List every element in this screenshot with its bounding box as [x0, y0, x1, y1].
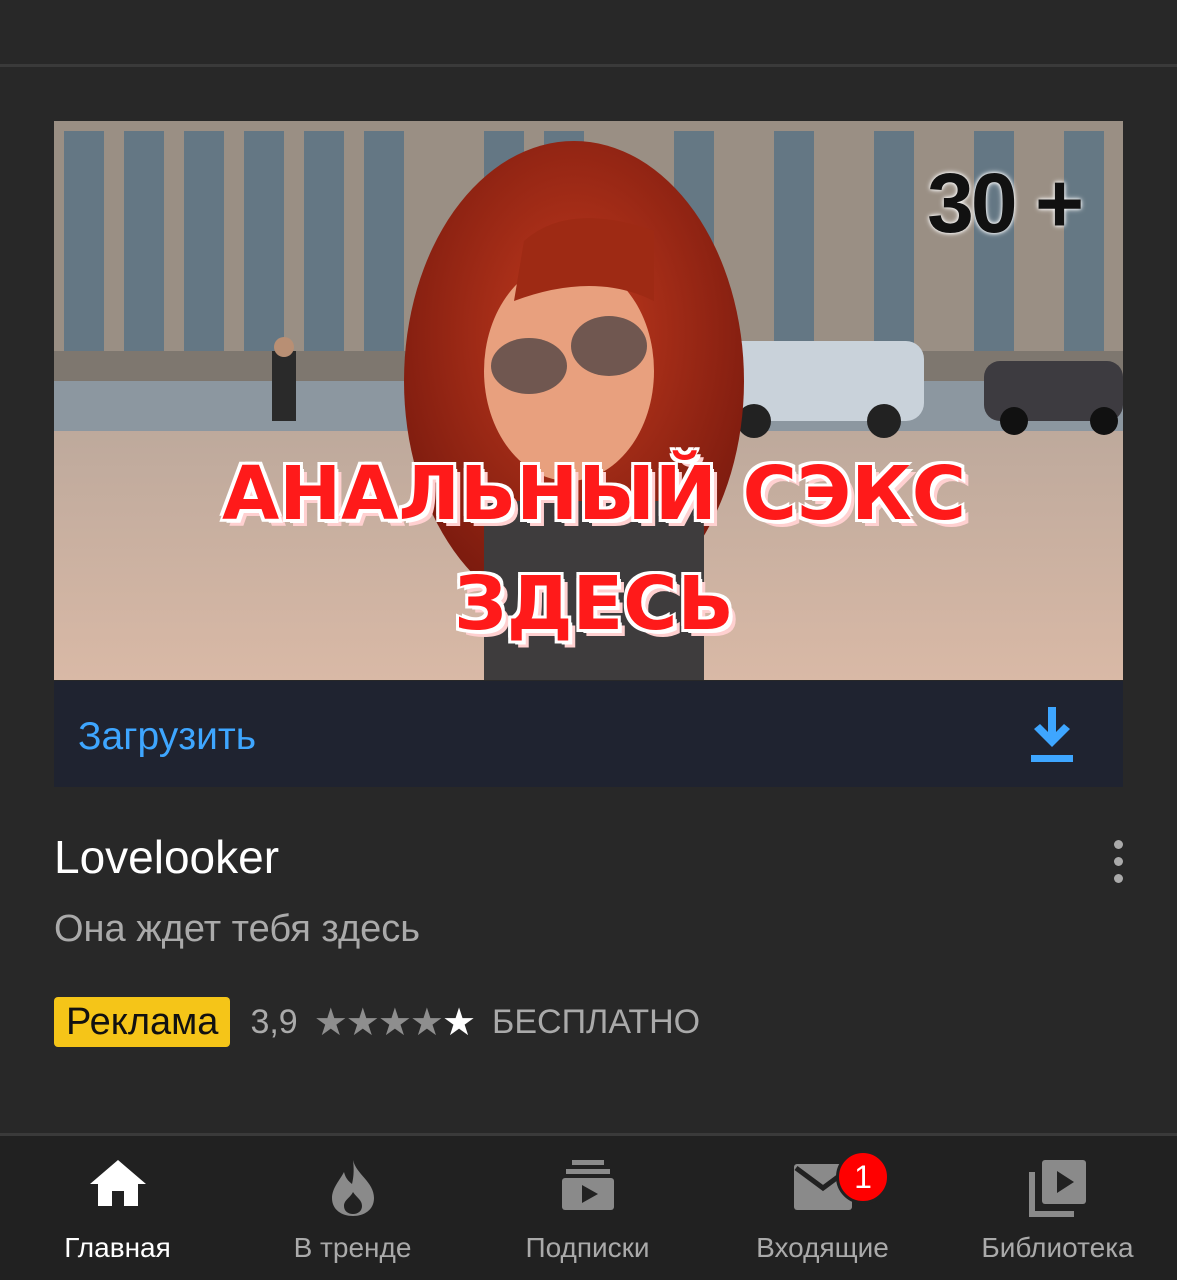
nav-item-label: Входящие — [756, 1232, 889, 1263]
flame-icon — [331, 1160, 374, 1216]
ad-thumbnail[interactable]: 30 + АНАЛЬНЫЙ СЭКС ЗДЕСЬ — [54, 121, 1123, 680]
library-icon — [1028, 1160, 1086, 1217]
nav-item-library[interactable]: Библиотека — [940, 1136, 1175, 1280]
nav-item-inbox[interactable]: 1 Входящие — [705, 1136, 940, 1280]
ad-headline-line2: ЗДЕСЬ — [454, 561, 734, 647]
nav-item-label: Подписки — [525, 1232, 650, 1263]
stars-empty: ★ — [441, 1001, 476, 1044]
nav-item-subscriptions[interactable]: Подписки — [470, 1136, 705, 1280]
nav-item-trending[interactable]: В тренде — [235, 1136, 470, 1280]
top-divider — [0, 64, 1177, 67]
ad-meta-row: Реклама 3,9 ★★★★★ БЕСПЛАТНО — [54, 997, 700, 1047]
nav-item-home[interactable]: Главная — [0, 1136, 235, 1280]
age-rating-badge: 30 + — [927, 156, 1084, 250]
rating-value: 3,9 — [250, 1002, 298, 1041]
price-label: БЕСПЛАТНО — [492, 1002, 701, 1041]
download-label[interactable]: Загрузить — [78, 715, 256, 759]
ad-subtitle: Она ждет тебя здесь — [54, 908, 421, 950]
more-options-icon[interactable] — [1110, 840, 1126, 886]
ad-badge: Реклама — [54, 997, 231, 1047]
nav-item-label: Главная — [64, 1232, 171, 1263]
bottom-nav: Главная В тренде Подписки 1 Входящие Биб… — [0, 1136, 1177, 1280]
subscriptions-icon — [561, 1160, 614, 1210]
channel-name[interactable]: Lovelooker — [54, 830, 279, 884]
download-icon[interactable] — [1029, 705, 1075, 763]
home-icon — [89, 1160, 146, 1206]
star-rating: ★★★★★ — [313, 1000, 476, 1045]
download-bar[interactable]: Загрузить — [54, 681, 1123, 787]
ad-headline-line1: АНАЛЬНЫЙ СЭКС — [221, 451, 967, 537]
nav-item-label: В тренде — [293, 1232, 412, 1263]
stars-filled: ★★★★ — [313, 1001, 444, 1044]
notification-badge: 1 — [836, 1150, 890, 1204]
nav-item-label: Библиотека — [981, 1232, 1134, 1263]
